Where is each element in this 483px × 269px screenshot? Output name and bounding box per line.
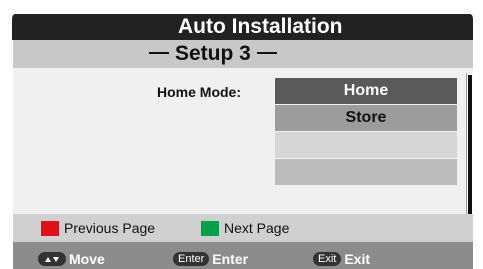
option-store[interactable]: Store <box>275 105 457 131</box>
red-key-icon <box>41 220 59 236</box>
option-empty-1[interactable] <box>275 132 457 158</box>
option-empty-2[interactable] <box>275 159 457 185</box>
home-mode-options: Home Store <box>275 78 457 186</box>
title-bar: Auto Installation <box>12 14 473 40</box>
enter-hint: Enter Enter <box>173 251 248 267</box>
setup-panel: Setup 3 Home Mode: Home Store Previous P… <box>13 40 474 269</box>
step-title-row: Setup 3 <box>143 41 283 67</box>
next-page-label: Next Page <box>224 220 290 236</box>
scroll-thumb[interactable] <box>468 75 472 235</box>
window-title: Auto Installation <box>178 15 343 38</box>
exit-label: Exit <box>344 251 371 267</box>
option-home[interactable]: Home <box>275 78 457 104</box>
enter-label: Enter <box>212 251 249 267</box>
left-dash <box>149 52 169 55</box>
previous-page-hint[interactable]: Previous Page <box>41 220 155 236</box>
previous-page-label: Previous Page <box>64 220 156 236</box>
green-key-icon <box>201 220 219 236</box>
hint-bar: Previous Page Next Page <box>13 214 473 242</box>
step-title: Setup 3 <box>175 42 251 65</box>
exit-key-icon: Exit <box>313 252 342 266</box>
move-label: Move <box>69 251 105 267</box>
right-dash <box>256 52 277 55</box>
enter-key-icon: Enter <box>173 252 210 266</box>
up-down-arrows-icon <box>38 252 66 266</box>
next-page-hint[interactable]: Next Page <box>201 220 289 236</box>
move-hint: Move <box>38 251 105 267</box>
exit-hint: Exit Exit <box>313 251 370 267</box>
home-mode-label: Home Mode: <box>157 84 241 100</box>
subtitle-bar: Setup 3 <box>13 40 473 68</box>
nav-bar: Move Enter Enter Exit Exit <box>13 242 473 269</box>
